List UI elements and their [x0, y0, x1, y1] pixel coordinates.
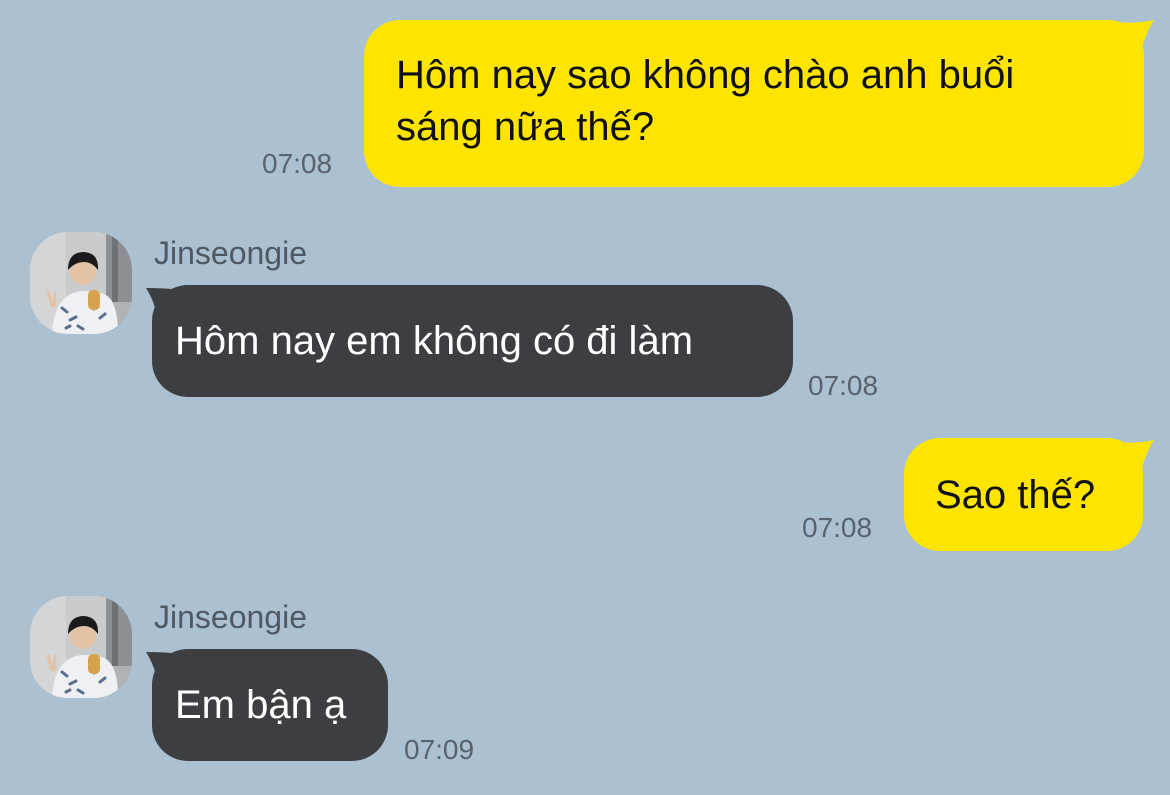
- message-text: Hôm nay em không có đi làm: [175, 319, 694, 363]
- sender-name: Jinseongie: [154, 599, 307, 635]
- sender-avatar[interactable]: [30, 596, 132, 698]
- sender-avatar[interactable]: [30, 232, 132, 334]
- message-incoming: Jinseongie Em bận ạ 07:09: [0, 584, 1170, 784]
- profile-photo-icon: [30, 232, 132, 334]
- message-bubble[interactable]: Em bận ạ: [152, 649, 388, 761]
- message-bubble[interactable]: Hôm nay em không có đi làm: [152, 285, 793, 397]
- message-incoming: Jinseongie Hôm nay em không có đi làm 07…: [0, 220, 1170, 420]
- message-text: Sao thế?: [935, 473, 1096, 517]
- message-timestamp: 07:08: [802, 512, 873, 543]
- sender-name: Jinseongie: [154, 235, 307, 271]
- message-timestamp: 07:09: [404, 734, 475, 765]
- profile-photo-icon: [30, 596, 132, 698]
- message-bubble[interactable]: Hôm nay sao không chào anh buổi sáng nữa…: [364, 20, 1144, 187]
- message-text-line: Hôm nay sao không chào anh buổi: [396, 53, 1015, 97]
- message-text-line: sáng nữa thế?: [396, 105, 655, 149]
- message-bubble[interactable]: Sao thế?: [904, 438, 1143, 551]
- message-outgoing: 07:08 Sao thế?: [0, 430, 1170, 570]
- message-timestamp: 07:08: [808, 370, 879, 401]
- message-text: Em bận ạ: [175, 683, 347, 727]
- message-outgoing: 07:08 Hôm nay sao không chào anh buổi sá…: [0, 0, 1170, 200]
- bubble-tail: [1118, 20, 1154, 56]
- message-timestamp: 07:08: [262, 148, 333, 179]
